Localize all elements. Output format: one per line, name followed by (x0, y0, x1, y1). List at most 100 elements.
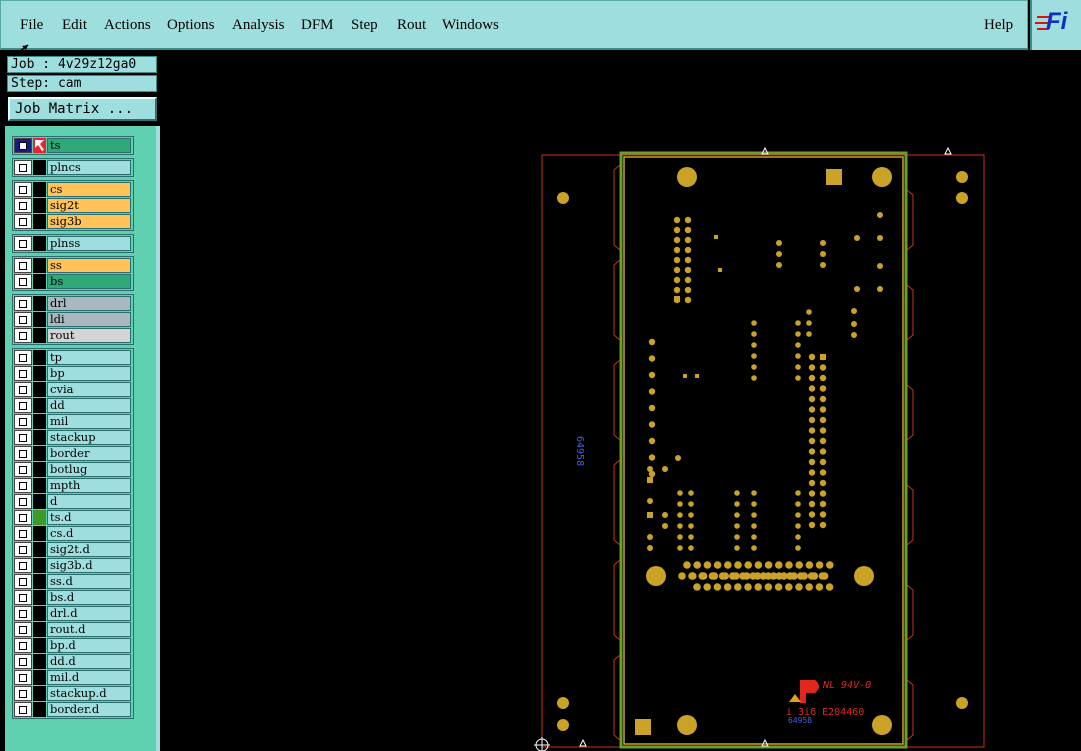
layer-marker[interactable] (33, 296, 46, 311)
layer-row-botlug[interactable]: botlug (14, 462, 134, 477)
menu-actions[interactable]: Actions (104, 16, 151, 34)
layer-row-mil-d[interactable]: mil.d (14, 670, 134, 685)
layer-name[interactable]: stackup.d (47, 686, 131, 701)
layer-row-dd-d[interactable]: dd.d (14, 654, 134, 669)
layer-checkbox[interactable] (14, 494, 32, 509)
layer-marker[interactable] (33, 462, 46, 477)
layer-marker[interactable] (33, 478, 46, 493)
layer-checkbox[interactable] (14, 478, 32, 493)
layer-marker[interactable] (33, 622, 46, 637)
layer-checkbox[interactable] (14, 214, 32, 229)
layer-checkbox[interactable] (14, 590, 32, 605)
layer-marker[interactable] (33, 590, 46, 605)
layer-row-plncs[interactable]: plncs (14, 160, 134, 175)
layer-marker[interactable] (33, 258, 46, 273)
layer-row-sig2t-d[interactable]: sig2t.d (14, 542, 134, 557)
layer-name[interactable]: bs.d (47, 590, 131, 605)
layer-name[interactable]: plnss (47, 236, 131, 251)
layer-marker[interactable] (33, 160, 46, 175)
layer-row-sig3b[interactable]: sig3b (14, 214, 134, 229)
layer-checkbox[interactable] (14, 574, 32, 589)
layer-marker[interactable] (33, 670, 46, 685)
menu-help[interactable]: Help (984, 16, 1013, 34)
layer-marker[interactable] (33, 138, 46, 153)
layer-marker[interactable] (33, 606, 46, 621)
layer-marker[interactable] (33, 274, 46, 289)
layer-marker[interactable] (33, 542, 46, 557)
layer-checkbox[interactable] (14, 296, 32, 311)
layer-name[interactable]: d (47, 494, 131, 509)
layer-name[interactable]: stackup (47, 430, 131, 445)
layer-name[interactable]: ts (47, 138, 131, 153)
layer-name[interactable]: ss (47, 258, 131, 273)
layer-row-mpth[interactable]: mpth (14, 478, 134, 493)
layer-checkbox[interactable] (14, 414, 32, 429)
layer-row-plnss[interactable]: plnss (14, 236, 134, 251)
layer-name[interactable]: tp (47, 350, 131, 365)
layer-name[interactable]: cs.d (47, 526, 131, 541)
menu-file[interactable]: File (20, 16, 43, 34)
layer-name[interactable]: mil.d (47, 670, 131, 685)
layer-name[interactable]: rout (47, 328, 131, 343)
layer-name[interactable]: drl (47, 296, 131, 311)
layer-marker[interactable] (33, 702, 46, 717)
layer-name[interactable]: sig2t.d (47, 542, 131, 557)
layer-row-bs-d[interactable]: bs.d (14, 590, 134, 605)
pcb-view[interactable]: 64958NL 94V-0i 3i6 E20446064958 (160, 52, 1081, 751)
layer-row-ss-d[interactable]: ss.d (14, 574, 134, 589)
layer-checkbox[interactable] (14, 382, 32, 397)
layer-marker[interactable] (33, 328, 46, 343)
layer-checkbox[interactable] (14, 398, 32, 413)
layer-name[interactable]: ldi (47, 312, 131, 327)
layer-marker[interactable] (33, 414, 46, 429)
layer-name[interactable]: border (47, 446, 131, 461)
layer-checkbox[interactable] (14, 622, 32, 637)
menu-edit[interactable]: Edit (62, 16, 87, 34)
layer-marker[interactable] (33, 446, 46, 461)
layer-row-sig3b-d[interactable]: sig3b.d (14, 558, 134, 573)
layer-checkbox[interactable] (14, 366, 32, 381)
layer-name[interactable]: sig3b (47, 214, 131, 229)
layer-row-stackup[interactable]: stackup (14, 430, 134, 445)
layer-marker[interactable] (33, 526, 46, 541)
layer-row-dd[interactable]: dd (14, 398, 134, 413)
layer-name[interactable]: ts.d (47, 510, 131, 525)
layer-checkbox[interactable] (14, 558, 32, 573)
layer-marker[interactable] (33, 350, 46, 365)
layer-row-ldi[interactable]: ldi (14, 312, 134, 327)
layer-row-cs-d[interactable]: cs.d (14, 526, 134, 541)
layer-row-sig2t[interactable]: sig2t (14, 198, 134, 213)
layer-name[interactable]: cvia (47, 382, 131, 397)
layer-row-mil[interactable]: mil (14, 414, 134, 429)
layer-checkbox[interactable] (14, 312, 32, 327)
layer-checkbox[interactable] (14, 198, 32, 213)
layer-checkbox[interactable] (14, 526, 32, 541)
layer-checkbox[interactable] (14, 686, 32, 701)
layer-name[interactable]: bs (47, 274, 131, 289)
layer-row-cvia[interactable]: cvia (14, 382, 134, 397)
layer-marker[interactable] (33, 182, 46, 197)
layer-name[interactable]: bp (47, 366, 131, 381)
layer-name[interactable]: sig2t (47, 198, 131, 213)
layer-checkbox[interactable] (14, 430, 32, 445)
job-matrix-button[interactable]: Job Matrix ... (8, 97, 157, 121)
layer-name[interactable]: bp.d (47, 638, 131, 653)
layer-row-border[interactable]: border (14, 446, 134, 461)
layer-checkbox[interactable] (14, 236, 32, 251)
layer-marker[interactable] (33, 558, 46, 573)
layer-name[interactable]: rout.d (47, 622, 131, 637)
layer-row-stackup-d[interactable]: stackup.d (14, 686, 134, 701)
layer-marker[interactable] (33, 654, 46, 669)
layer-name[interactable]: botlug (47, 462, 131, 477)
layer-name[interactable]: dd (47, 398, 131, 413)
layer-marker[interactable] (33, 574, 46, 589)
layer-row-rout-d[interactable]: rout.d (14, 622, 134, 637)
layer-marker[interactable] (33, 312, 46, 327)
layer-marker[interactable] (33, 214, 46, 229)
layer-row-rout[interactable]: rout (14, 328, 134, 343)
layer-marker[interactable] (33, 366, 46, 381)
layer-row-bp-d[interactable]: bp.d (14, 638, 134, 653)
menu-rout[interactable]: Rout (397, 16, 426, 34)
layer-checkbox[interactable] (14, 274, 32, 289)
layer-name[interactable]: plncs (47, 160, 131, 175)
